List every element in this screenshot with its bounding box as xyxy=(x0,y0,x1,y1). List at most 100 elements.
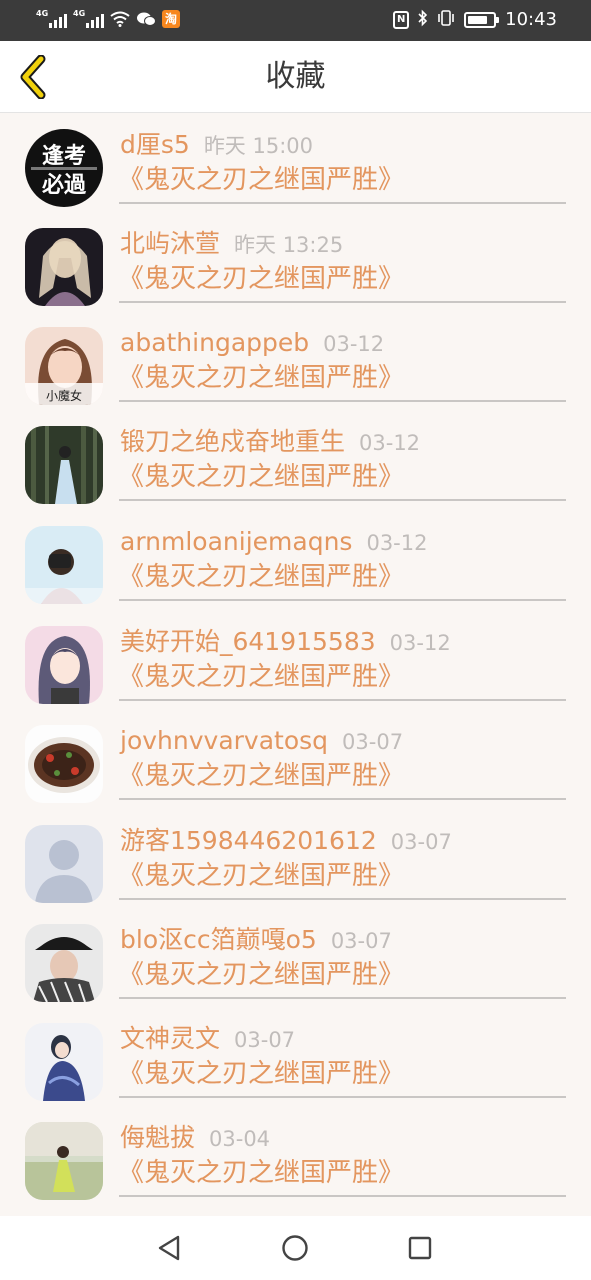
divider xyxy=(119,898,566,900)
divider xyxy=(119,599,566,601)
item-username[interactable]: blo沤cc箔巅嘎o5 03-07 xyxy=(120,925,392,956)
item-title[interactable]: 《鬼灭之刃之继国严胜》 xyxy=(118,263,404,295)
divider xyxy=(119,202,566,204)
taobao-icon: 淘 xyxy=(162,10,180,28)
clock: 10:43 xyxy=(505,9,557,30)
status-bar: 4G 4G 淘 N 10:43 xyxy=(0,0,591,41)
item-username-text: jovhnvvarvatosq xyxy=(120,726,329,755)
item-time: 昨天 13:25 xyxy=(234,233,344,257)
triangle-back-icon xyxy=(158,1235,180,1261)
item-username-text: d厘s5 xyxy=(120,130,190,159)
list-item[interactable]: 北屿沐萱 昨天 13:25 《鬼灭之刃之继国严胜》 xyxy=(0,212,591,312)
item-time: 昨天 15:00 xyxy=(203,134,314,158)
list-item[interactable]: 侮魁拔 03-04 《鬼灭之刃之继国严胜》 xyxy=(0,1106,591,1206)
item-title[interactable]: 《鬼灭之刃之继国严胜》 xyxy=(118,860,404,892)
item-username-text: arnmloanijemaqns xyxy=(120,527,353,556)
avatar[interactable]: 逢考 必過 xyxy=(25,129,103,207)
divider xyxy=(119,1195,566,1197)
avatar[interactable] xyxy=(25,1122,103,1200)
avatar[interactable] xyxy=(25,626,103,704)
item-username-text: 锻刀之绝戍奋地重生 xyxy=(120,427,346,456)
battery-icon xyxy=(464,12,500,28)
nav-recents-button[interactable] xyxy=(400,1230,440,1266)
item-title[interactable]: 《鬼灭之刃之继国严胜》 xyxy=(118,760,404,792)
page-title: 收藏 xyxy=(265,59,326,94)
item-username-text: blo沤cc箔巅嘎o5 xyxy=(120,925,317,954)
divider xyxy=(119,499,566,501)
avatar[interactable] xyxy=(25,725,103,803)
list-item[interactable]: blo沤cc箔巅嘎o5 03-07 《鬼灭之刃之继国严胜》 xyxy=(0,908,591,1008)
item-time: 03-07 xyxy=(330,929,392,953)
avatar[interactable]: 小魔女 xyxy=(25,327,103,405)
item-username-text: 侮魁拔 xyxy=(120,1123,196,1152)
item-time: 03-12 xyxy=(359,431,421,455)
item-username-text: 文神灵文 xyxy=(120,1024,221,1053)
divider xyxy=(119,798,566,800)
network-type-label: 4G xyxy=(73,9,86,18)
item-title[interactable]: 《鬼灭之刃之继国严胜》 xyxy=(118,461,404,493)
list-item[interactable]: arnmloanijemaqns 03-12 《鬼灭之刃之继国严胜》 xyxy=(0,510,591,610)
item-title[interactable]: 《鬼灭之刃之继国严胜》 xyxy=(118,959,404,991)
item-username[interactable]: 文神灵文 03-07 xyxy=(120,1024,295,1055)
nav-back-button[interactable] xyxy=(149,1230,189,1266)
list-item[interactable]: jovhnvvarvatosq 03-07 《鬼灭之刃之继国严胜》 xyxy=(0,709,591,809)
nfc-icon: N xyxy=(393,11,410,29)
avatar[interactable] xyxy=(25,228,103,306)
item-time: 03-07 xyxy=(234,1028,296,1052)
status-left-icons: 4G 4G 淘 xyxy=(36,10,180,28)
avatar[interactable] xyxy=(25,924,103,1002)
favorites-list[interactable]: 逢考 必過 d厘s5 昨天 15:00 《鬼灭之刃之继国严胜》 北屿沐萱 昨天 13… xyxy=(0,113,591,1216)
item-title[interactable]: 《鬼灭之刃之继国严胜》 xyxy=(118,561,404,593)
navigation-bar xyxy=(0,1216,591,1280)
item-time: 03-12 xyxy=(323,332,385,356)
item-username[interactable]: 美好开始_641915583 03-12 xyxy=(120,627,451,658)
avatar-text-line1: 逢考 xyxy=(42,143,86,169)
item-title[interactable]: 《鬼灭之刃之继国严胜》 xyxy=(118,362,404,394)
item-username[interactable]: 侮魁拔 03-04 xyxy=(120,1123,270,1154)
wechat-icon xyxy=(136,11,156,27)
item-title[interactable]: 《鬼灭之刃之继国严胜》 xyxy=(118,1058,404,1090)
list-item[interactable]: 游客1598446201612 03-07 《鬼灭之刃之继国严胜》 xyxy=(0,809,591,909)
item-time: 03-07 xyxy=(390,830,452,854)
status-right-icons: N 10:43 xyxy=(393,9,557,31)
item-title[interactable]: 《鬼灭之刃之继国严胜》 xyxy=(118,164,404,196)
item-username[interactable]: arnmloanijemaqns 03-12 xyxy=(120,527,427,558)
divider xyxy=(119,400,566,402)
item-username-text: 游客1598446201612 xyxy=(120,826,377,855)
item-username[interactable]: jovhnvvarvatosq 03-07 xyxy=(120,726,403,757)
signal-icon-sim1: 4G xyxy=(36,10,67,28)
list-item[interactable]: 文神灵文 03-07 《鬼灭之刃之继国严胜》 xyxy=(0,1007,591,1107)
divider xyxy=(119,301,566,303)
divider xyxy=(119,699,566,701)
item-time: 03-12 xyxy=(366,531,428,555)
header: 收藏 xyxy=(0,41,591,113)
divider xyxy=(119,1096,566,1098)
list-item[interactable]: 逢考 必過 d厘s5 昨天 15:00 《鬼灭之刃之继国严胜》 xyxy=(0,113,591,213)
item-time: 03-07 xyxy=(342,730,404,754)
item-username[interactable]: 北屿沐萱 昨天 13:25 xyxy=(120,229,343,260)
avatar[interactable] xyxy=(25,825,103,903)
list-item[interactable]: 小魔女 abathingappeb 03-12 《鬼灭之刃之继国严胜》 xyxy=(0,311,591,411)
wifi-icon xyxy=(110,11,130,27)
avatar[interactable] xyxy=(25,526,103,604)
avatar[interactable] xyxy=(25,1023,103,1101)
network-type-label: 4G xyxy=(36,9,49,18)
item-username[interactable]: 锻刀之绝戍奋地重生 03-12 xyxy=(120,427,420,458)
divider xyxy=(119,997,566,999)
item-username[interactable]: 游客1598446201612 03-07 xyxy=(120,826,452,857)
item-title[interactable]: 《鬼灭之刃之继国严胜》 xyxy=(118,1157,404,1189)
item-time: 03-12 xyxy=(389,631,451,655)
list-item[interactable]: 美好开始_641915583 03-12 《鬼灭之刃之继国严胜》 xyxy=(0,610,591,710)
circle-home-icon xyxy=(282,1235,308,1261)
list-item[interactable] xyxy=(0,1206,591,1216)
nav-home-button[interactable] xyxy=(275,1230,315,1266)
item-title[interactable]: 《鬼灭之刃之继国严胜》 xyxy=(118,661,404,693)
item-username[interactable]: abathingappeb 03-12 xyxy=(120,328,384,359)
item-username-text: 北屿沐萱 xyxy=(120,229,221,258)
item-username[interactable]: d厘s5 昨天 15:00 xyxy=(120,130,313,161)
avatar[interactable] xyxy=(25,426,103,504)
item-time: 03-04 xyxy=(209,1127,271,1151)
item-username-text: 美好开始_641915583 xyxy=(120,627,376,656)
list-item[interactable]: 锻刀之绝戍奋地重生 03-12 《鬼灭之刃之继国严胜》 xyxy=(0,410,591,510)
signal-icon-sim2: 4G xyxy=(73,10,104,28)
